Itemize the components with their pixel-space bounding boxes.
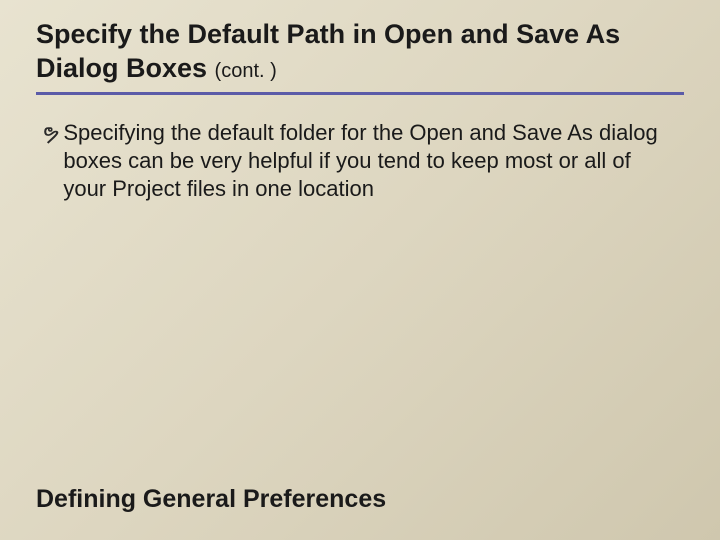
- bullet-text: Specifying the default folder for the Op…: [63, 119, 674, 203]
- bullet-icon: ຯ: [42, 121, 59, 145]
- title-block: Specify the Default Path in Open and Sav…: [36, 18, 684, 95]
- title-main: Specify the Default Path in Open and Sav…: [36, 19, 620, 83]
- footer-title: Defining General Preferences: [36, 485, 386, 514]
- title-continuation: (cont. ): [215, 60, 277, 82]
- body-content: ຯ Specifying the default folder for the …: [36, 119, 684, 203]
- slide-title: Specify the Default Path in Open and Sav…: [36, 18, 684, 86]
- slide: Specify the Default Path in Open and Sav…: [0, 0, 720, 540]
- bullet-item: ຯ Specifying the default folder for the …: [42, 119, 674, 203]
